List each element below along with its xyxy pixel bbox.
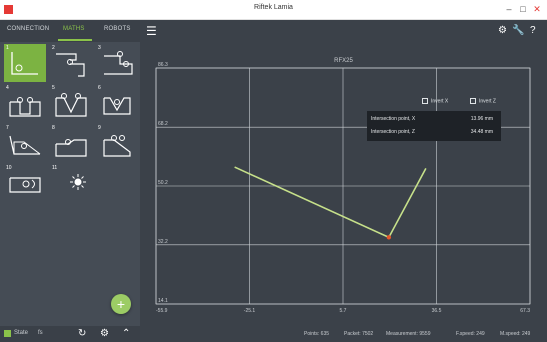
tooltip-z-value: 34.48 mm (470, 129, 493, 135)
profile-chart[interactable]: 86.3 68.2 50.2 32.2 14.1 -55.9 -25.1 5.7 36.5 67… (140, 42, 547, 328)
y-tick-label: 68.2 (158, 121, 168, 127)
window-title: Riftek Lamia (254, 4, 293, 11)
gear-icon[interactable]: ⚙ (498, 24, 507, 38)
status-points: Points: 635 (304, 331, 330, 337)
slope-edge-icon (103, 135, 131, 157)
x-tick-label: -55.9 (156, 308, 168, 314)
v-notch-icon (103, 97, 131, 115)
y-tick-label: 50.2 (158, 180, 168, 186)
invert-x-label: Invert X (431, 98, 449, 105)
maximize-icon[interactable]: □ (516, 2, 530, 16)
help-icon[interactable]: ? (530, 24, 536, 38)
v-groove-icon (55, 93, 87, 117)
x-tick-label: 36.5 (432, 308, 442, 314)
tooltip-z-label: Intersection point, Z (371, 129, 415, 135)
invert-x-toggle[interactable]: Invert X (422, 98, 448, 104)
tab-maths[interactable]: MATHS (63, 26, 85, 32)
top-toolbar: ☰ ⚙ 🔧 ? (140, 20, 547, 42)
profile-line (234, 166, 427, 239)
radius-profile-icon (9, 177, 41, 193)
edge-step-icon (55, 139, 87, 157)
status-packet: Packet: 7502 (344, 331, 374, 337)
y-tick-label: 32.2 (158, 239, 168, 245)
left-panel: CONNECTION MATHS ROBOTS 1 2 3 4 5 6 7 8 … (0, 20, 140, 342)
title-bar: Riftek Lamia – □ ✕ (0, 0, 547, 20)
intersection-tooltip: Intersection point, X 13.96 mm Intersect… (367, 111, 501, 141)
refresh-icon[interactable]: ↻ (78, 327, 86, 341)
tooltip-x-label: Intersection point, X (371, 116, 416, 122)
math-cell-6[interactable]: 6 (96, 84, 138, 122)
tooltip-x-value: 13.96 mm (470, 116, 493, 122)
offset-step-icon (104, 51, 133, 75)
status-mspeed: M.speed: 249 (500, 331, 531, 337)
status-measurement: Measurement: 9559 (386, 331, 431, 337)
state-checkbox[interactable] (4, 330, 11, 337)
x-tick-label: -25.1 (244, 308, 256, 314)
status-fspeed: F.speed: 249 (456, 331, 485, 337)
sun-icon (70, 174, 86, 190)
app-window: Riftek Lamia – □ ✕ CONNECTION MATHS ROBO… (0, 0, 547, 342)
step-gap-icon (56, 53, 85, 77)
invert-z-label: Invert Z (479, 98, 496, 105)
math-cell-11[interactable]: 11 (50, 164, 92, 202)
x-tick-label: 67.3 (520, 308, 530, 314)
math-cell-8[interactable]: 8 (50, 124, 92, 162)
invert-x-checkbox[interactable] (422, 98, 428, 104)
fs-label: fs (38, 330, 43, 336)
close-icon[interactable]: ✕ (530, 2, 544, 16)
status-bar: Points: 635 Packet: 7502 Measurement: 95… (140, 328, 547, 342)
math-cell-5[interactable]: 5 (50, 84, 92, 122)
tab-connection[interactable]: CONNECTION (7, 26, 49, 32)
plot-area: RFX25 86.3 68.2 50.2 32.2 14.1 -55.9 -25.1 5.7… (140, 42, 547, 328)
chevron-up-icon[interactable]: ⌃ (122, 327, 130, 341)
x-tick-label: 5.7 (340, 308, 347, 314)
math-cell-7[interactable]: 7 (4, 124, 46, 162)
wrench-icon[interactable]: 🔧 (512, 24, 524, 38)
state-label: State (14, 330, 29, 336)
tab-robots[interactable]: ROBOTS (104, 26, 131, 32)
tab-bar: CONNECTION MATHS ROBOTS (0, 20, 140, 42)
intersection-point (386, 235, 392, 240)
math-cell-2[interactable]: 2 (50, 44, 92, 82)
invert-z-toggle[interactable]: Invert Z (470, 98, 496, 104)
math-cell-10[interactable]: 10 (4, 164, 46, 202)
math-cell-1[interactable]: 1 (4, 44, 46, 82)
slot-profile-icon (9, 97, 41, 117)
angle-profile-icon (11, 52, 38, 75)
add-button[interactable]: + (111, 294, 131, 314)
minimize-icon[interactable]: – (502, 2, 516, 16)
chamfer-edge-icon (9, 135, 41, 155)
math-cell-9[interactable]: 9 (96, 124, 138, 162)
gear-icon[interactable]: ⚙ (100, 327, 109, 341)
menu-icon[interactable]: ☰ (146, 24, 157, 38)
math-cell-4[interactable]: 4 (4, 84, 46, 122)
invert-z-checkbox[interactable] (470, 98, 476, 104)
active-tab-indicator (58, 39, 92, 41)
y-tick-label: 86.3 (158, 62, 168, 68)
left-footer: State fs ↻ ⚙ ⌃ (0, 326, 140, 342)
y-tick-label: 14.1 (158, 298, 168, 304)
math-cell-3[interactable]: 3 (96, 44, 138, 82)
